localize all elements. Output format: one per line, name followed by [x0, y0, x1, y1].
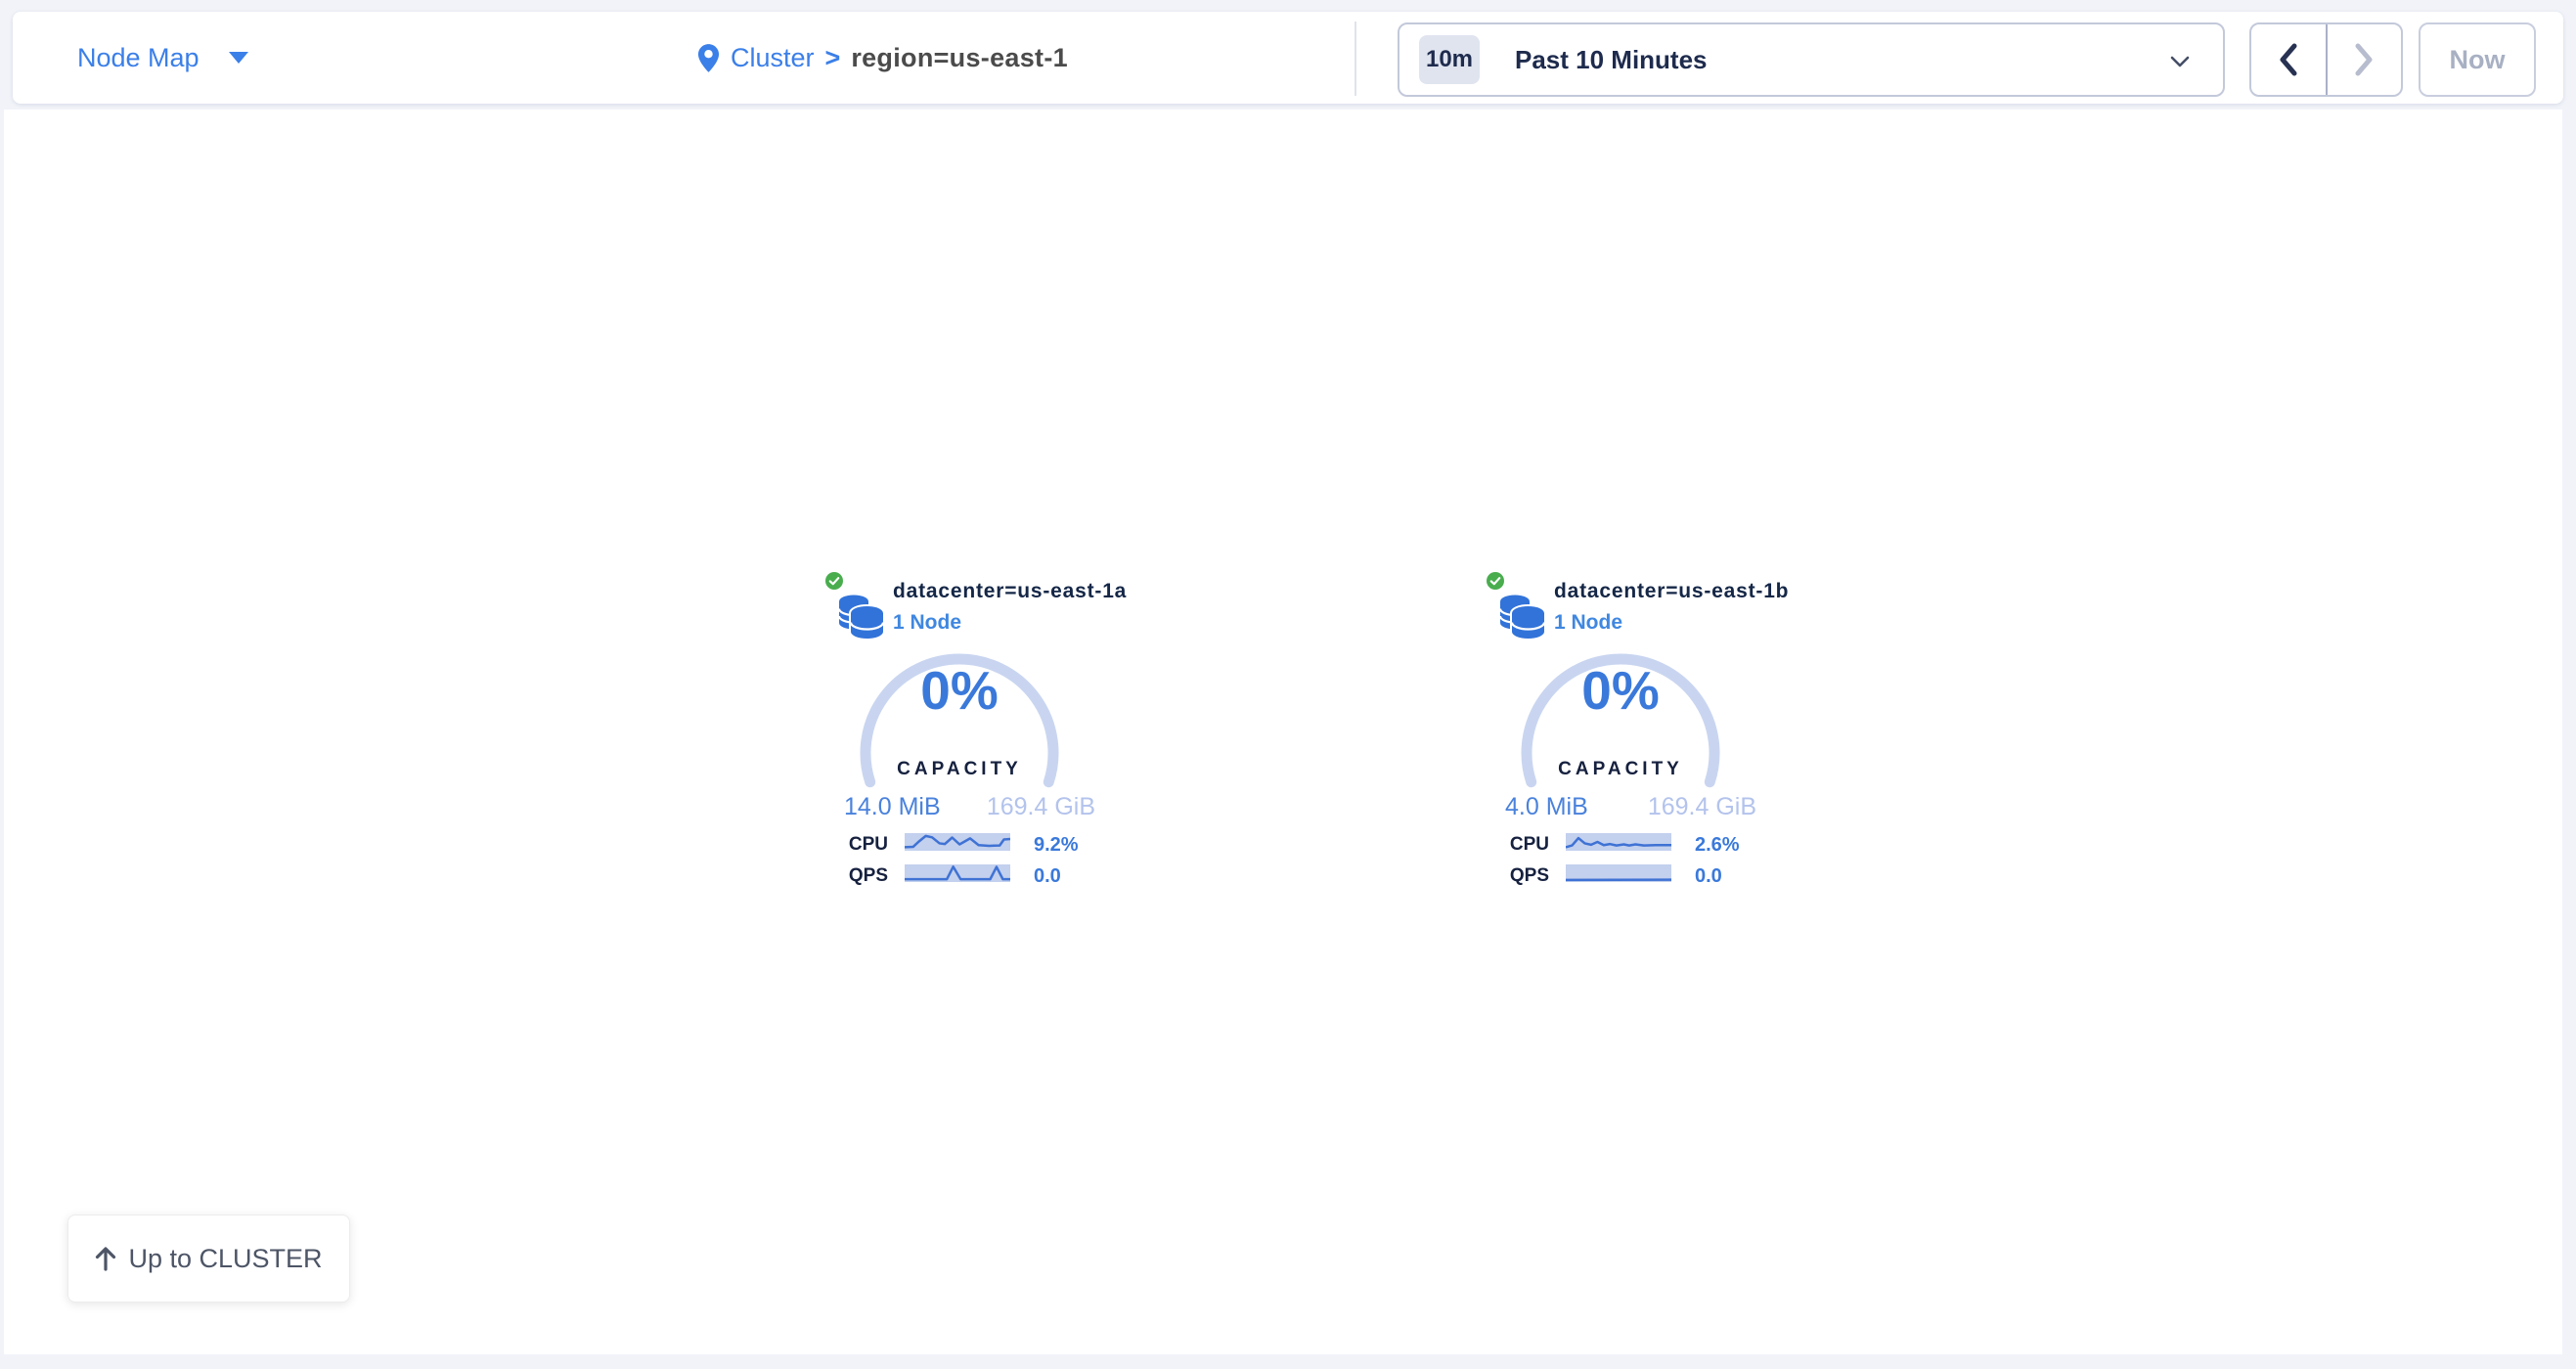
caret-down-icon — [229, 52, 248, 64]
chevron-right-icon — [2353, 43, 2375, 76]
node-map-page: Node Map Cluster > region=us-east-1 10m … — [0, 0, 2576, 1369]
capacity-total: 169.4 GiB — [987, 793, 1095, 821]
datacenter-node-count: 1 Node — [1554, 611, 1622, 635]
datacenter-title: datacenter=us-east-1b — [1554, 580, 1789, 603]
datacenter-icon — [1498, 593, 1547, 640]
time-nav-group — [2249, 22, 2403, 97]
capacity-percent: 0% — [1513, 659, 1728, 722]
capacity-label: CAPACITY — [852, 759, 1067, 780]
cpu-sparkline — [1566, 833, 1671, 851]
view-selector-label: Node Map — [77, 43, 200, 73]
capacity-total: 169.4 GiB — [1648, 793, 1756, 821]
breadcrumb-separator: > — [825, 43, 841, 73]
qps-value: 0.0 — [1034, 865, 1061, 888]
prev-button[interactable] — [2251, 24, 2326, 95]
map-canvas — [4, 110, 2562, 1354]
datacenter-card-us-east-1b[interactable]: datacenter=us-east-1b 1 Node 0% CAPACITY… — [1481, 567, 1843, 894]
healthy-check-icon — [1487, 572, 1504, 590]
chevron-left-icon — [2278, 43, 2299, 76]
time-range-dropdown[interactable]: 10m Past 10 Minutes — [1398, 22, 2225, 97]
cpu-sparkline — [905, 833, 1010, 851]
capacity-used: 14.0 MiB — [844, 793, 941, 821]
header-bar: Node Map Cluster > region=us-east-1 10m … — [13, 12, 2563, 104]
datacenter-card-us-east-1a[interactable]: datacenter=us-east-1a 1 Node 0% CAPACITY… — [820, 567, 1181, 894]
breadcrumb: Cluster > region=us-east-1 — [697, 12, 1068, 104]
time-range-badge: 10m — [1419, 35, 1480, 84]
view-selector-dropdown[interactable]: Node Map — [77, 12, 248, 104]
now-button[interactable]: Now — [2419, 22, 2536, 97]
cpu-label: CPU — [1488, 834, 1549, 856]
capacity-used: 4.0 MiB — [1505, 793, 1588, 821]
qps-sparkline — [1566, 864, 1671, 882]
qps-label: QPS — [827, 865, 888, 887]
time-range-label: Past 10 Minutes — [1515, 45, 1708, 75]
next-button[interactable] — [2328, 24, 2402, 95]
up-to-cluster-button[interactable]: Up to CLUSTER — [67, 1214, 350, 1303]
breadcrumb-current: region=us-east-1 — [851, 43, 1068, 73]
qps-sparkline — [905, 864, 1010, 882]
capacity-label: CAPACITY — [1513, 759, 1728, 780]
datacenter-icon — [837, 593, 886, 640]
location-pin-icon — [697, 43, 720, 73]
qps-value: 0.0 — [1695, 865, 1722, 888]
qps-label: QPS — [1488, 865, 1549, 887]
capacity-percent: 0% — [852, 659, 1067, 722]
up-to-cluster-label: Up to CLUSTER — [128, 1244, 322, 1274]
datacenter-title: datacenter=us-east-1a — [893, 580, 1127, 603]
cpu-value: 9.2% — [1034, 834, 1079, 857]
healthy-check-icon — [825, 572, 843, 590]
cpu-label: CPU — [827, 834, 888, 856]
cpu-value: 2.6% — [1695, 834, 1740, 857]
datacenter-node-count: 1 Node — [893, 611, 961, 635]
header-divider — [1355, 22, 1356, 96]
arrow-up-icon — [95, 1246, 116, 1271]
chevron-down-icon — [2170, 56, 2190, 67]
breadcrumb-link-cluster[interactable]: Cluster — [731, 43, 815, 73]
